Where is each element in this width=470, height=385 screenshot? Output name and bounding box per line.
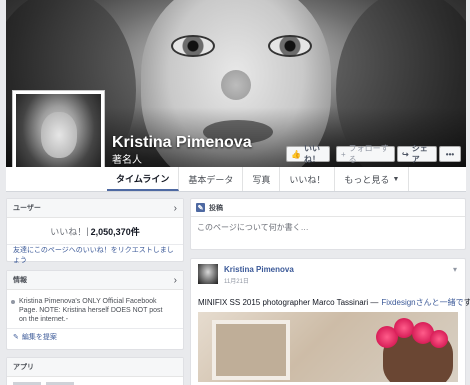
post-header: Kristina Pimenova 11月21日 ▾ [191,259,465,292]
tab-likes[interactable]: いいね！ [280,167,336,191]
page-name[interactable]: Kristina Pimenova [112,134,252,152]
thumbs-up-icon: 👍 [291,149,301,159]
timeline-post: Kristina Pimenova 11月21日 ▾ MINIFIX SS 20… [190,258,470,385]
info-bullet-icon [11,300,15,304]
tab-timeline[interactable]: タイムライン [107,167,180,191]
apps-thumbnails [7,377,183,385]
tab-more[interactable]: もっと見る ▼ [335,167,410,191]
about-text: Kristina Pimenova's ONLY Official Facebo… [7,290,183,328]
cover-eye-left [171,35,215,57]
composer-tab-label: 投稿 [209,204,223,212]
suggest-edit-label: 編集を提案 [21,333,57,341]
page-tabs: タイムライン 基本データ 写真 いいね！ もっと見る ▼ [6,167,466,192]
invite-friends-link[interactable]: 友達にこのページへのいいね！をリクエストしましょう [7,245,183,264]
share-label: シェア [411,144,428,164]
more-options-label: ••• [445,149,455,159]
apps-box-title: アプリ [13,364,34,371]
chevron-right-icon: › [173,274,177,286]
tab-timeline-label: タイムライン [116,173,170,184]
tab-photos[interactable]: 写真 [243,167,281,191]
follow-button[interactable]: + フォローする [336,144,395,164]
info-box-title: 情報 [13,277,27,284]
photo-flower [394,318,414,338]
page-category: 著名人 [112,155,142,166]
tab-about[interactable]: 基本データ [179,167,244,191]
likes-count: 2,050,370件 [90,226,140,237]
tab-likes-label: いいね！ [289,174,326,185]
tab-photos-label: 写真 [252,174,271,185]
plus-icon: + [341,149,346,159]
post-photo[interactable] [198,312,458,382]
post-body: MINIFIX SS 2015 photographer Marco Tassi… [198,297,379,307]
pencil-icon: ✎ [196,203,205,212]
apps-box: アプリ [6,357,184,385]
chevron-down-icon[interactable]: ▾ [453,265,457,274]
share-button[interactable]: ↪ シェア [397,144,437,164]
info-box-header[interactable]: 情報 › [7,271,183,290]
avatar[interactable] [198,264,218,284]
users-box-header[interactable]: ユーザー › [7,199,183,218]
photo-frame [212,320,290,380]
post-body-suffix: す。 [463,297,470,307]
composer-tab-post[interactable]: ✎ 投稿 [191,199,465,217]
share-arrow-icon: ↪ [402,149,409,159]
info-box: 情報 › Kristina Pimenova's ONLY Official F… [6,270,184,350]
tabs-spacer [6,167,107,191]
likes-count-line: いいね！ | 2,050,370件 [7,218,183,245]
post-date[interactable]: 11月21日 [224,276,249,285]
pencil-icon: ✎ [13,333,19,341]
like-page-button[interactable]: 👍 いいね！ [286,144,330,164]
users-box: ユーザー › いいね！ | 2,050,370件 友達にこのページへのいいね！をリク… [6,198,184,264]
post-author[interactable]: Kristina Pimenova [224,265,294,274]
chevron-right-icon: › [173,202,177,214]
apps-box-header[interactable]: アプリ [7,358,183,377]
composer-input[interactable]: このページについて何か書く… [191,217,465,237]
about-description: Kristina Pimenova's ONLY Official Facebo… [19,298,163,323]
photo-flower [430,330,448,348]
cover-eye-right [268,35,312,57]
tab-about-label: 基本データ [188,174,234,185]
suggest-edit-link[interactable]: ✎ 編集を提案 [7,328,183,344]
post-text: MINIFIX SS 2015 photographer Marco Tassi… [191,292,470,312]
users-box-title: ユーザー [13,205,41,212]
follow-label: フォローする [348,144,389,164]
chevron-down-icon: ▼ [392,175,400,183]
post-composer: ✎ 投稿 このページについて何か書く… [190,198,466,250]
likes-label: いいね！ [50,226,87,237]
tagged-page-link[interactable]: Fixdesignさんと一緒で [381,297,463,308]
more-options-button[interactable]: ••• [439,146,461,162]
like-page-label: いいね！ [303,144,320,164]
tab-more-label: もっと見る [344,174,390,185]
cover-nose [221,70,251,100]
